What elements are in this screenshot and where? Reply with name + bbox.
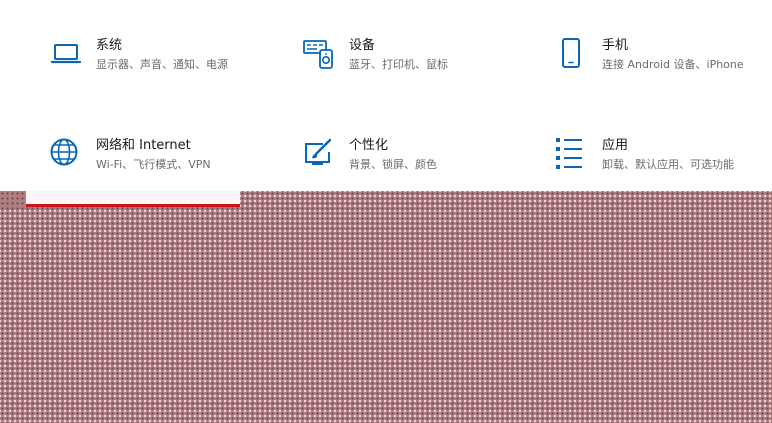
tile-phone[interactable]: 手机 连接 Android 设备、iPhone — [556, 38, 772, 98]
globe-icon — [50, 138, 82, 170]
tile-description: 卸载、默认应用、可选功能 — [602, 158, 734, 171]
tile-apps[interactable]: 应用 卸载、默认应用、可选功能 — [556, 138, 772, 198]
devices-icon — [303, 38, 335, 70]
tile-description: 显示器、声音、通知、电源 — [96, 58, 228, 71]
settings-home: 系统 显示器、声音、通知、电源 设备 蓝牙、打印机、鼠标 手机 连接 Andro… — [0, 0, 772, 423]
selection-indicator-bar — [26, 204, 240, 207]
tile-system[interactable]: 系统 显示器、声音、通知、电源 — [50, 38, 290, 98]
apps-list-icon — [556, 138, 588, 170]
personalization-icon — [303, 138, 335, 170]
mosaic-overlay — [0, 191, 772, 423]
tile-description: 连接 Android 设备、iPhone — [602, 58, 744, 71]
tile-title: 个性化 — [349, 138, 389, 153]
tile-title: 网络和 Internet — [96, 138, 191, 153]
tile-title: 应用 — [602, 138, 629, 153]
tile-title: 手机 — [602, 38, 629, 53]
tile-title: 设备 — [349, 38, 376, 53]
mosaic-overlay-corner — [0, 191, 26, 207]
tile-description: Wi-Fi、飞行模式、VPN — [96, 158, 211, 171]
highlight-patch — [26, 191, 240, 205]
laptop-icon — [50, 38, 82, 70]
tile-devices[interactable]: 设备 蓝牙、打印机、鼠标 — [303, 38, 543, 98]
tile-title: 系统 — [96, 38, 123, 53]
tile-personalization[interactable]: 个性化 背景、锁屏、颜色 — [303, 138, 543, 198]
phone-icon — [556, 38, 588, 70]
tile-description: 蓝牙、打印机、鼠标 — [349, 58, 448, 71]
tile-description: 背景、锁屏、颜色 — [349, 158, 437, 171]
tile-network-internet[interactable]: 网络和 Internet Wi-Fi、飞行模式、VPN — [50, 138, 290, 198]
